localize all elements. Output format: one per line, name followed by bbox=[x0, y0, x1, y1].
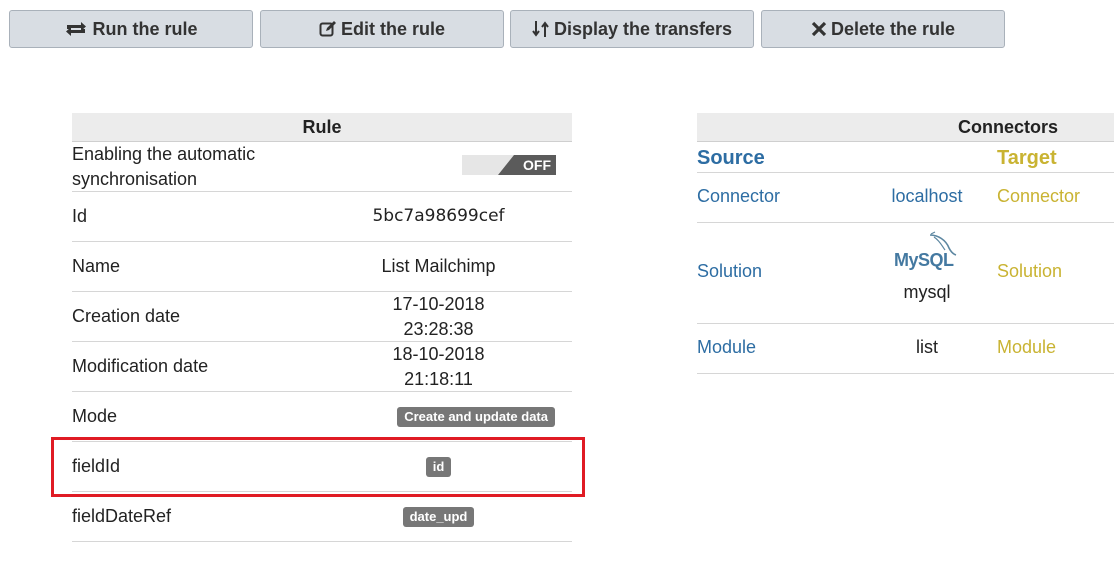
connectors-panel: Connectors Source Target Connector local… bbox=[697, 113, 1114, 374]
connector-target: Connector bbox=[997, 186, 1081, 206]
creation-time: 23:28:38 bbox=[403, 318, 474, 339]
sync-label-line2: synchronisation bbox=[72, 168, 198, 189]
sync-toggle-state: OFF bbox=[498, 155, 556, 175]
display-transfers-label: Display the transfers bbox=[553, 18, 733, 39]
fielddateref-value-cell: date_upd bbox=[322, 492, 555, 541]
module-target: Module bbox=[997, 337, 1057, 357]
name-value: List Mailchimp bbox=[381, 256, 496, 276]
id-value: 5bc7a98699cef bbox=[372, 206, 505, 226]
fieldid-highlight-box bbox=[51, 437, 585, 497]
id-row: Id 5bc7a98699cef bbox=[72, 192, 572, 242]
close-icon bbox=[811, 21, 827, 37]
solution-value-cell: MySQL mysql bbox=[872, 231, 982, 303]
connectors-header-bar: Connectors bbox=[697, 113, 1114, 142]
run-rule-label: Run the rule bbox=[92, 18, 198, 39]
creation-date: 17-10-2018 bbox=[392, 293, 485, 314]
modification-date-value: 18-10-2018 21:18:11 bbox=[322, 342, 555, 391]
solution-row: Solution MySQL mysql Solution bbox=[697, 223, 1114, 324]
module-row: Module list Module bbox=[697, 324, 1114, 374]
mysql-logo-text: MySQL bbox=[894, 250, 954, 270]
modification-date-label: Modification date bbox=[72, 356, 209, 376]
target-heading: Target bbox=[997, 147, 1057, 169]
connectors-header: Connectors bbox=[958, 117, 1059, 137]
modification-date-row: Modification date 18-10-2018 21:18:11 bbox=[72, 342, 572, 392]
creation-date-row: Creation date 17-10-2018 23:28:38 bbox=[72, 292, 572, 342]
mode-label: Mode bbox=[72, 406, 118, 426]
edit-rule-button[interactable]: Edit the rule bbox=[260, 10, 504, 48]
fielddateref-label: fieldDateRef bbox=[72, 506, 172, 526]
name-row: Name List Mailchimp bbox=[72, 242, 572, 292]
creation-date-label: Creation date bbox=[72, 306, 181, 326]
sync-label: Enabling the automatic synchronisation bbox=[72, 142, 322, 191]
source-heading: Source bbox=[697, 147, 765, 169]
sync-toggle[interactable]: OFF bbox=[462, 155, 556, 175]
edit-icon bbox=[319, 20, 337, 38]
modification-date: 18-10-2018 bbox=[392, 343, 485, 364]
connector-row: Connector localhost Connector bbox=[697, 173, 1114, 223]
connector-value[interactable]: localhost bbox=[872, 186, 982, 207]
solution-label: Solution bbox=[697, 261, 763, 281]
refresh-icon bbox=[64, 20, 88, 38]
rule-header: Rule bbox=[72, 113, 572, 142]
connectors-headings-row: Source Target bbox=[697, 142, 1114, 173]
mysql-logo-icon: MySQL bbox=[894, 231, 960, 273]
mode-badge: Create and update data bbox=[397, 406, 555, 427]
module-label: Module bbox=[697, 337, 757, 357]
sync-label-line1: Enabling the automatic bbox=[72, 143, 256, 164]
edit-rule-label: Edit the rule bbox=[340, 18, 445, 39]
solution-target: Solution bbox=[997, 261, 1063, 281]
connector-label: Connector bbox=[697, 186, 781, 206]
sort-icon bbox=[532, 20, 550, 38]
module-value: list bbox=[916, 337, 938, 357]
delete-rule-label: Delete the rule bbox=[830, 18, 956, 39]
mode-value-cell: Create and update data bbox=[322, 392, 555, 441]
modification-time: 21:18:11 bbox=[404, 368, 473, 389]
delete-rule-button[interactable]: Delete the rule bbox=[761, 10, 1005, 48]
display-transfers-button[interactable]: Display the transfers bbox=[510, 10, 754, 48]
fielddateref-badge: date_upd bbox=[402, 506, 475, 527]
run-rule-button[interactable]: Run the rule bbox=[9, 10, 253, 48]
solution-value: mysql bbox=[903, 282, 951, 302]
name-label: Name bbox=[72, 256, 121, 276]
fielddateref-row: fieldDateRef date_upd bbox=[72, 492, 572, 542]
mode-row: Mode Create and update data bbox=[72, 392, 572, 442]
sync-row: Enabling the automatic synchronisation O… bbox=[72, 142, 572, 192]
creation-date-value: 17-10-2018 23:28:38 bbox=[322, 292, 555, 341]
id-label: Id bbox=[72, 206, 88, 226]
